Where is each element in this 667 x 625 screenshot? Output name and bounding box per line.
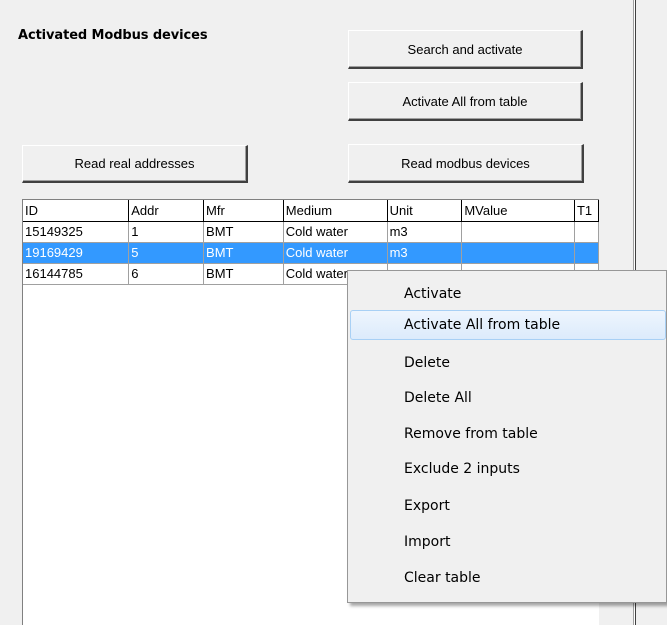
menu-item-activate-all-from-table[interactable]: Activate All from table [350, 310, 666, 340]
column-header-id[interactable]: ID [23, 200, 130, 222]
cell-mvalue[interactable] [461, 242, 575, 264]
cell-mfr[interactable]: BMT [203, 221, 284, 243]
cell-addr[interactable]: 6 [128, 263, 205, 285]
menu-item-clear-table[interactable]: Clear table [350, 563, 666, 593]
column-header-medium[interactable]: Medium [283, 200, 388, 222]
cell-id[interactable]: 16144785 [23, 263, 130, 285]
panel-title: Activated Modbus devices [18, 28, 208, 43]
activate-all-from-table-button[interactable]: Activate All from table [348, 82, 583, 121]
cell-addr[interactable]: 5 [128, 242, 205, 264]
menu-item-delete-all[interactable]: Delete All [350, 383, 666, 413]
cell-t1[interactable] [574, 242, 600, 264]
cell-medium[interactable]: Cold water [283, 242, 388, 264]
table-row[interactable]: 15149325 1 BMT Cold water m3 [23, 221, 600, 243]
cell-unit[interactable]: m3 [387, 242, 463, 264]
read-real-addresses-button[interactable]: Read real addresses [22, 145, 248, 183]
menu-item-remove-from-table[interactable]: Remove from table [350, 419, 666, 449]
cell-id[interactable]: 19169429 [23, 242, 130, 264]
menu-item-export[interactable]: Export [350, 491, 666, 521]
search-and-activate-button[interactable]: Search and activate [348, 30, 583, 69]
header-row: ID Addr Mfr Medium Unit MValue T1 [23, 200, 600, 222]
cell-mfr[interactable]: BMT [203, 242, 284, 264]
menu-item-activate[interactable]: Activate [350, 279, 666, 309]
cell-addr[interactable]: 1 [128, 221, 205, 243]
column-header-t1[interactable]: T1 [574, 200, 600, 222]
context-menu: Activate Activate All from table Delete … [347, 270, 667, 603]
cell-medium[interactable]: Cold water [283, 221, 388, 243]
menu-item-delete[interactable]: Delete [350, 348, 666, 378]
column-header-unit[interactable]: Unit [387, 200, 463, 222]
cell-mfr[interactable]: BMT [203, 263, 284, 285]
column-header-addr[interactable]: Addr [128, 200, 205, 222]
cell-t1[interactable] [574, 221, 600, 243]
column-header-mvalue[interactable]: MValue [461, 200, 575, 222]
read-modbus-devices-button[interactable]: Read modbus devices [348, 144, 584, 183]
cell-id[interactable]: 15149325 [23, 221, 130, 243]
column-header-mfr[interactable]: Mfr [203, 200, 284, 222]
table-row-selected[interactable]: 19169429 5 BMT Cold water m3 [23, 242, 600, 264]
menu-item-exclude-2-inputs[interactable]: Exclude 2 inputs [350, 454, 666, 484]
cell-mvalue[interactable] [461, 221, 575, 243]
menu-item-import[interactable]: Import [350, 527, 666, 557]
cell-unit[interactable]: m3 [387, 221, 463, 243]
